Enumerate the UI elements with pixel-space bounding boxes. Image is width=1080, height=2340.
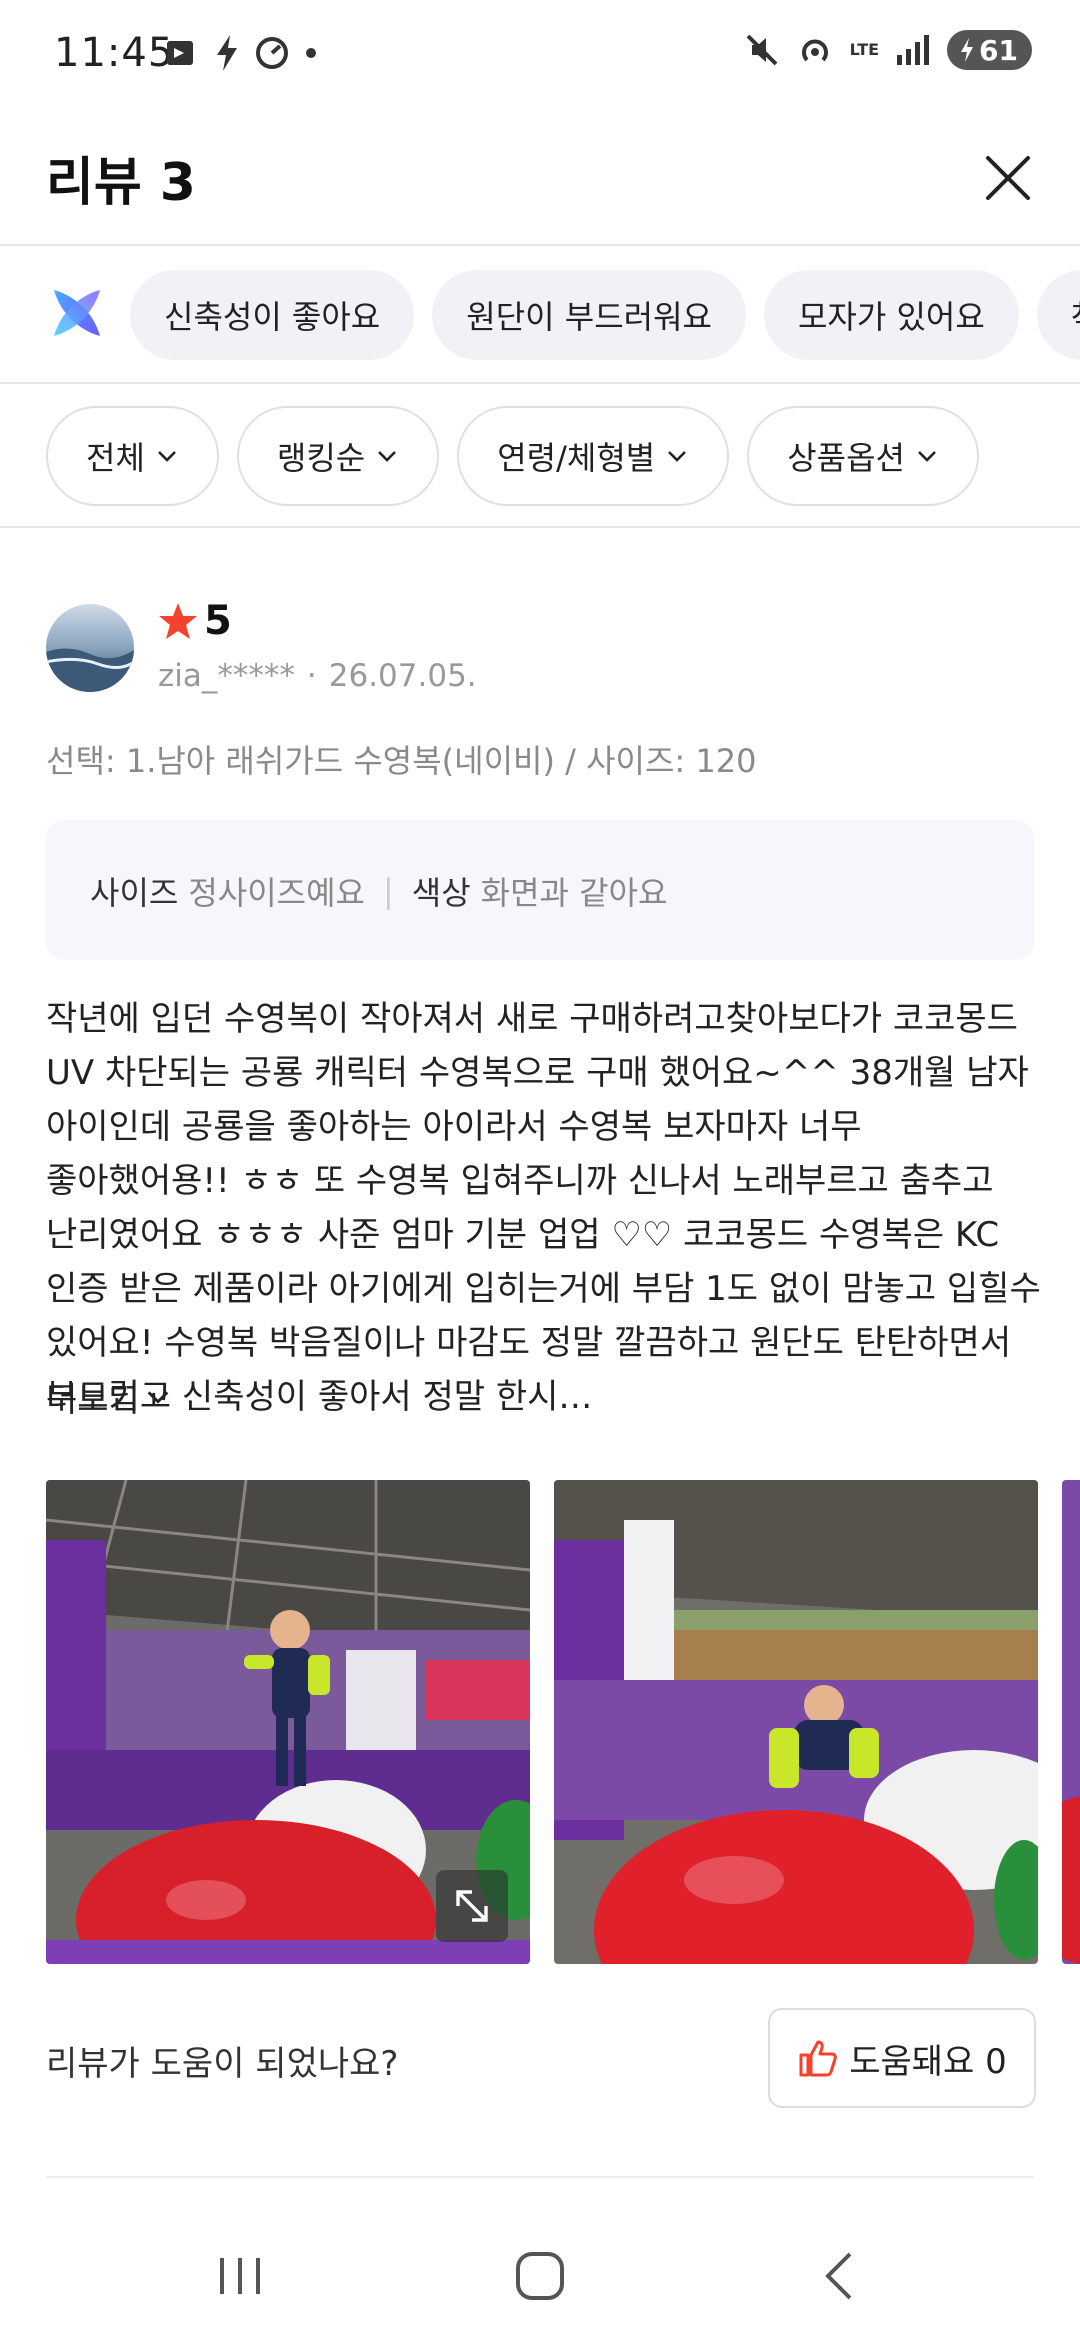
recent-apps-icon[interactable]: [200, 2236, 280, 2316]
gauge-icon: [256, 37, 288, 69]
reviewer-name: zia_*****: [158, 658, 295, 694]
review-date: 26.07.05.: [328, 658, 477, 694]
helpful-button[interactable]: 도움돼요 0: [768, 2008, 1036, 2108]
thumbs-up-icon: [799, 2040, 838, 2077]
review-photo[interactable]: [46, 1480, 530, 1964]
star-icon: [159, 603, 197, 639]
filter-label: 랭킹순: [276, 439, 366, 477]
more-button[interactable]: 더보기: [46, 1372, 172, 1421]
filter-label: 전체: [86, 439, 145, 477]
keyword-chip[interactable]: 원단이 부드러워요: [432, 270, 746, 360]
helpful-label: 도움돼요 0: [849, 2041, 1007, 2082]
filter-all[interactable]: 전체: [46, 406, 219, 506]
system-nav-bar: [0, 2200, 1080, 2340]
more-label: 더보기: [46, 1380, 140, 1420]
status-time: 11:45: [54, 30, 175, 76]
battery-indicator: 61: [947, 30, 1032, 70]
expand-icon: [456, 1890, 488, 1922]
filter-age-body[interactable]: 연령/체형별: [457, 406, 730, 506]
chevron-down-icon: [147, 1390, 169, 1404]
filter-sort[interactable]: 랭킹순: [236, 406, 440, 506]
home-icon[interactable]: [500, 2236, 580, 2316]
helpful-question: 리뷰가 도움이 되었나요?: [46, 2044, 399, 2084]
divider: [46, 2176, 1034, 2178]
attribute-line: 사이즈 정사이즈예요 | 색상 화면과 같아요: [90, 868, 667, 914]
purchased-option: 선택: 1.남아 래쉬가드 수영복(네이비) / 사이즈: 120: [46, 742, 757, 780]
status-right-icons: LTE 61: [744, 30, 1032, 70]
review-attributes: 사이즈 정사이즈예요 | 색상 화면과 같아요: [46, 820, 1034, 960]
review-text: 작년에 입던 수영복이 작아져서 새로 구매하려고찾아보다가 코코몽드 UV 차…: [46, 999, 1041, 1417]
reviewer-info: zia_***** · 26.07.05.: [158, 658, 477, 694]
battery-level: 61: [979, 33, 1018, 67]
photo-image: [554, 1480, 1038, 1964]
bolt-icon: [217, 35, 237, 71]
chevron-down-icon: [378, 451, 397, 462]
attribute-value: 정사이즈예요: [188, 874, 365, 912]
keyword-chip[interactable]: 착용이: [1036, 270, 1080, 360]
expand-photo-button[interactable]: [436, 1870, 508, 1942]
mute-icon: [746, 34, 778, 66]
chevron-down-icon: [918, 451, 936, 462]
rating: 5: [158, 598, 232, 644]
review-photo[interactable]: [554, 1480, 1038, 1964]
close-icon[interactable]: [976, 146, 1040, 210]
filter-label: 상품옵션: [787, 439, 905, 477]
photo-image: [1062, 1480, 1080, 1964]
keyword-chip[interactable]: 모자가 있어요: [763, 270, 1019, 360]
separator-dot: ·: [306, 658, 317, 694]
filter-option[interactable]: 상품옵션: [747, 406, 979, 506]
page-header: 리뷰 3: [0, 110, 1080, 246]
back-icon[interactable]: [800, 2236, 880, 2316]
signal-icon: [897, 35, 930, 65]
lte-indicator: LTE: [849, 40, 880, 59]
keyword-chip[interactable]: 신축성이 좋아요: [130, 270, 415, 360]
charging-icon: [961, 38, 974, 62]
page-title: 리뷰 3: [46, 153, 196, 213]
hotspot-icon: [801, 39, 828, 62]
video-icon: [167, 41, 193, 65]
attribute-value: 화면과 같아요: [480, 874, 668, 912]
attribute-divider: |: [382, 872, 394, 910]
keyword-chip-row: 신축성이 좋아요 원단이 부드러워요 모자가 있어요 착용이: [0, 246, 1080, 384]
rating-value: 5: [204, 598, 232, 644]
attribute-key: 색상: [411, 874, 471, 912]
filters: 전체 랭킹순 연령/체형별 상품옵션: [46, 406, 979, 506]
avatar[interactable]: [46, 604, 134, 692]
review-photo[interactable]: [1062, 1480, 1080, 1964]
ai-summary-icon: [54, 290, 100, 336]
filter-row: 전체 랭킹순 연령/체형별 상품옵션: [0, 384, 1080, 528]
status-left-icons: [166, 34, 318, 72]
chevron-down-icon: [157, 451, 176, 462]
status-bar: 11:45 LTE 61: [0, 0, 1080, 110]
attribute-key: 사이즈: [90, 874, 179, 912]
keyword-chips: 신축성이 좋아요 원단이 부드러워요 모자가 있어요 착용이: [130, 270, 1080, 360]
dot-icon: [306, 48, 316, 58]
filter-label: 연령/체형별: [497, 439, 656, 477]
chevron-down-icon: [668, 451, 687, 462]
review-photos: [46, 1480, 1080, 1964]
